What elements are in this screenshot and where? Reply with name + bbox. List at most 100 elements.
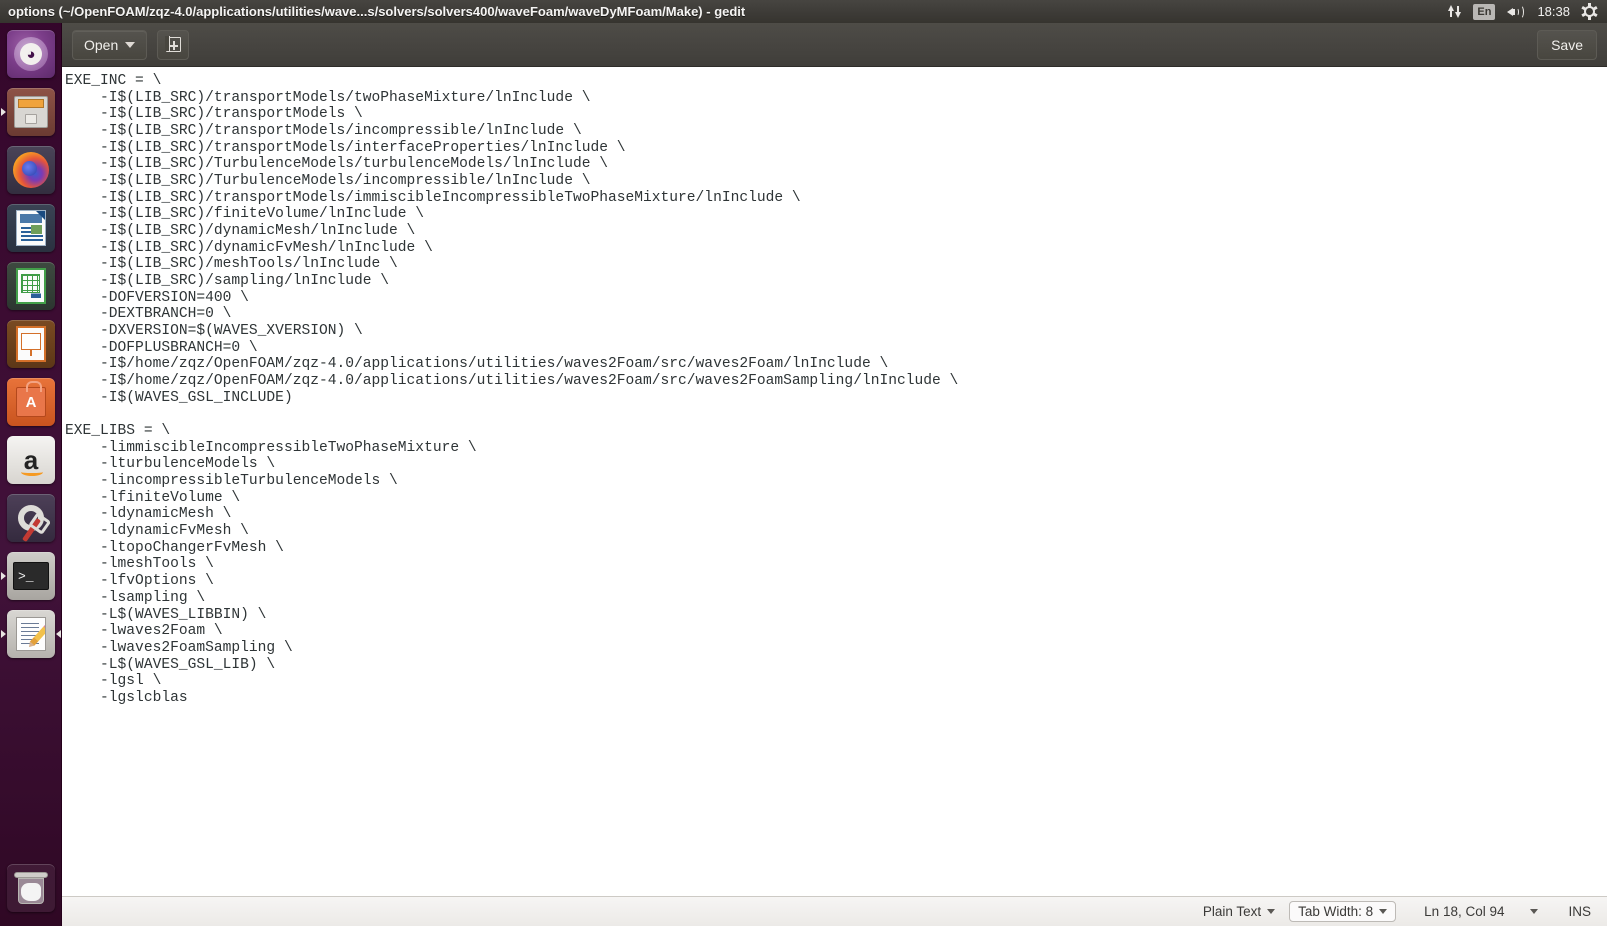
- tab-width-selector[interactable]: Tab Width: 8: [1289, 901, 1397, 922]
- code-line: -DXVERSION=$(WAVES_XVERSION) \: [65, 323, 363, 340]
- language-selector[interactable]: Plain Text: [1202, 904, 1276, 919]
- code-line: -I$(LIB_SRC)/finiteVolume/lnInclude \: [65, 206, 425, 223]
- position-dropdown[interactable]: [1530, 909, 1539, 914]
- running-indicator-left: [1, 572, 6, 580]
- chevron-down-icon: [125, 41, 136, 48]
- code-line: -limmiscibleIncompressibleTwoPhaseMixtur…: [65, 439, 477, 456]
- launcher-item-ubuntu-software[interactable]: A: [0, 374, 62, 430]
- launcher-item-amazon[interactable]: a: [0, 432, 62, 488]
- document-text[interactable]: EXE_INC = \ -I$(LIB_SRC)/transportModels…: [62, 73, 1607, 707]
- chevron-down-icon: [1379, 909, 1388, 914]
- code-line: -I$(LIB_SRC)/transportModels/interfacePr…: [65, 139, 626, 156]
- launcher-icon-list: ◕ A a >_: [0, 26, 62, 664]
- gedit-toolbar: Open Save: [62, 23, 1607, 67]
- launcher-item-trash[interactable]: [0, 860, 62, 916]
- code-line: -ltopoChangerFvMesh \: [65, 539, 284, 556]
- files-icon: [7, 88, 55, 136]
- ubuntu-dash-icon: ◕: [7, 30, 55, 78]
- gedit-icon: [7, 610, 55, 658]
- code-line: -I$(LIB_SRC)/sampling/lnInclude \: [65, 273, 390, 290]
- clock-indicator[interactable]: 18:38: [1537, 5, 1570, 18]
- cursor-position: Ln 18, Col 94: [1424, 904, 1504, 919]
- code-line: -I$/home/zqz/OpenFOAM/zqz-4.0/applicatio…: [65, 373, 959, 390]
- open-button-label: Open: [84, 36, 119, 53]
- tab-width-label: Tab Width: 8: [1298, 904, 1374, 919]
- new-document-icon: [165, 36, 181, 52]
- save-button[interactable]: Save: [1537, 29, 1597, 60]
- terminal-icon: >_: [7, 552, 55, 600]
- code-line: -I$(LIB_SRC)/dynamicMesh/lnInclude \: [65, 223, 416, 240]
- amazon-glyph: a: [20, 445, 44, 476]
- code-line: -I$/home/zqz/OpenFOAM/zqz-4.0/applicatio…: [65, 356, 889, 373]
- code-line: -I$(LIB_SRC)/transportModels/incompressi…: [65, 123, 582, 140]
- code-line: -I$(LIB_SRC)/transportModels/immiscibleI…: [65, 189, 801, 206]
- launcher-item-firefox[interactable]: [0, 142, 62, 198]
- code-line: -DOFPLUSBRANCH=0 \: [65, 339, 258, 356]
- focused-indicator-right: [56, 630, 61, 638]
- gedit-statusbar: Plain Text Tab Width: 8 Ln 18, Col 94 IN…: [62, 896, 1607, 926]
- code-line: -lwaves2FoamSampling \: [65, 639, 293, 656]
- code-line: -lfvOptions \: [65, 573, 214, 590]
- code-line: -I$(WAVES_GSL_INCLUDE): [65, 389, 293, 406]
- launcher-item-gedit[interactable]: [0, 606, 62, 662]
- code-line: -lincompressibleTurbulenceModels \: [65, 473, 398, 490]
- code-line: -L$(WAVES_LIBBIN) \: [65, 606, 267, 623]
- running-indicator-left: [1, 108, 6, 116]
- new-document-button[interactable]: [157, 29, 190, 60]
- keyboard-layout-indicator[interactable]: En: [1473, 3, 1496, 20]
- running-indicator-left: [1, 630, 6, 638]
- code-line: -I$(LIB_SRC)/TurbulenceModels/turbulence…: [65, 156, 608, 173]
- launcher-item-terminal[interactable]: >_: [0, 548, 62, 604]
- system-settings-icon: [7, 494, 55, 542]
- libreoffice-impress-icon: [7, 320, 55, 368]
- code-line: EXE_INC = \: [65, 73, 162, 89]
- launcher-trash-area: [0, 860, 62, 918]
- code-line: -ldynamicFvMesh \: [65, 523, 249, 540]
- insert-mode-indicator: INS: [1568, 904, 1591, 919]
- system-tray: En 18:38: [1448, 3, 1607, 20]
- code-line: -I$(LIB_SRC)/dynamicFvMesh/lnInclude \: [65, 239, 433, 256]
- cursor-position-label: Ln 18, Col 94: [1424, 904, 1505, 919]
- code-line: EXE_LIBS = \: [65, 423, 171, 440]
- amazon-icon: a: [7, 436, 55, 484]
- editor-area[interactable]: EXE_INC = \ -I$(LIB_SRC)/transportModels…: [62, 67, 1607, 896]
- language-label: Plain Text: [1202, 904, 1262, 919]
- code-line: -DEXTBRANCH=0 \: [65, 306, 232, 323]
- chevron-down-icon: [1267, 909, 1276, 914]
- firefox-icon: [7, 146, 55, 194]
- code-line: -lgslcblas: [65, 689, 188, 706]
- open-button[interactable]: Open: [72, 29, 148, 60]
- launcher-item-libreoffice-writer[interactable]: [0, 200, 62, 256]
- network-indicator[interactable]: [1448, 4, 1462, 19]
- chevron-down-icon: [1530, 909, 1539, 914]
- top-panel: options (~/OpenFOAM/zqz-4.0/applications…: [0, 0, 1607, 23]
- code-line: -lfiniteVolume \: [65, 489, 241, 506]
- code-line: -lturbulenceModels \: [65, 456, 276, 473]
- libreoffice-writer-icon: [7, 204, 55, 252]
- ubuntu-software-icon: A: [7, 378, 55, 426]
- network-up-down-icon: [1448, 4, 1462, 19]
- code-line: -lsampling \: [65, 589, 206, 606]
- volume-icon: [1507, 4, 1525, 19]
- launcher-item-files[interactable]: [0, 84, 62, 140]
- code-line: -ldynamicMesh \: [65, 506, 232, 523]
- code-line: -I$(LIB_SRC)/transportModels/twoPhaseMix…: [65, 89, 591, 106]
- session-menu[interactable]: [1581, 3, 1598, 20]
- code-line: -lgsl \: [65, 673, 162, 690]
- keyboard-layout-label: En: [1473, 3, 1496, 20]
- launcher-item-libreoffice-calc[interactable]: [0, 258, 62, 314]
- code-line: -I$(LIB_SRC)/transportModels \: [65, 106, 363, 123]
- libreoffice-calc-icon: [7, 262, 55, 310]
- launcher-item-ubuntu-dash[interactable]: ◕: [0, 26, 62, 82]
- launcher-item-libreoffice-impress[interactable]: [0, 316, 62, 372]
- volume-indicator[interactable]: [1507, 4, 1525, 19]
- ubuntu-software-glyph: A: [25, 394, 37, 411]
- code-line: -I$(LIB_SRC)/TurbulenceModels/incompress…: [65, 173, 591, 190]
- unity-launcher: ◕ A a >_: [0, 0, 62, 926]
- clock-label: 18:38: [1537, 4, 1570, 19]
- save-button-label: Save: [1551, 36, 1583, 53]
- gedit-window: Open Save EXE_INC = \ -I$(LIB_SRC)/trans…: [62, 23, 1607, 926]
- launcher-item-system-settings[interactable]: [0, 490, 62, 546]
- window-title: options (~/OpenFOAM/zqz-4.0/applications…: [8, 4, 746, 19]
